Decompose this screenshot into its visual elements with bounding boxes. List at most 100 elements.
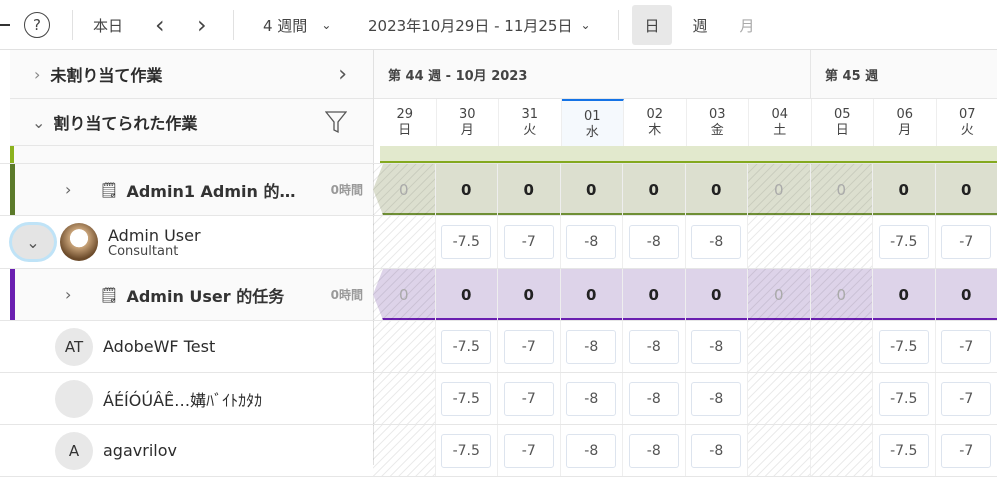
hours-input[interactable]: -7.5 (441, 330, 491, 364)
day-cell: -8 (686, 216, 749, 268)
chevron-right-icon[interactable]: › (65, 285, 71, 304)
day-cell: -8 (686, 373, 749, 424)
task-name[interactable]: Admin1 Admin 的… (126, 178, 295, 202)
hours-input[interactable]: -8 (691, 434, 741, 468)
task-name[interactable]: Admin User 的任务 (126, 283, 284, 307)
hours-input[interactable]: -8 (566, 225, 616, 259)
day-cell (811, 425, 874, 476)
range-dropdown[interactable]: 4 週間⌄ (263, 0, 331, 50)
day-cell: -7.5 (436, 216, 499, 268)
unassigned-work-header[interactable]: › 未割り当て作業 › (10, 50, 373, 99)
hours-input[interactable]: -7 (504, 382, 554, 416)
divider (233, 10, 234, 40)
hours-input[interactable]: -7 (504, 434, 554, 468)
day-cell: -7.5 (873, 425, 936, 476)
day-cell (811, 321, 874, 372)
day-header: 06月 (874, 99, 937, 146)
chevron-down-icon: ⌄ (580, 18, 590, 32)
hours-input[interactable]: -7.5 (441, 382, 491, 416)
hours-input[interactable]: -7 (504, 225, 554, 259)
day-number: 02 (624, 107, 686, 123)
day-number: 07 (937, 107, 997, 123)
day-cell: -7 (936, 321, 997, 372)
day-number: 06 (874, 107, 936, 123)
hours-input[interactable]: -7.5 (441, 434, 491, 468)
hours-input[interactable]: -8 (629, 382, 679, 416)
day-cell: -7.5 (436, 425, 499, 476)
unassigned-work-label: 未割り当て作業 (50, 62, 162, 86)
hours-input[interactable]: -7.5 (879, 225, 929, 259)
next-button[interactable]: › (197, 0, 207, 50)
hours-input[interactable]: -8 (629, 434, 679, 468)
hours-input[interactable]: -8 (566, 434, 616, 468)
day-cell: 0 (561, 164, 624, 215)
day-cell: 0 (498, 164, 561, 215)
collapse-button[interactable]: ⌄ (12, 225, 54, 259)
hours-input[interactable]: -7 (504, 330, 554, 364)
help-icon: ? (24, 12, 50, 38)
hours-input[interactable]: -8 (691, 225, 741, 259)
chevron-down-icon: ⌄ (26, 233, 39, 252)
person-name[interactable]: Admin User (108, 226, 201, 245)
task-hours: 0時間 (331, 286, 363, 303)
day-of-week: 月 (874, 123, 936, 139)
chevron-right-icon[interactable]: › (65, 180, 71, 199)
day-cell (748, 373, 811, 424)
day-header: 02木 (624, 99, 687, 146)
day-cell: -7.5 (436, 373, 499, 424)
hours-input[interactable]: -7.5 (441, 225, 491, 259)
day-cell: -8 (561, 425, 624, 476)
view-month-button[interactable]: 月 (727, 5, 767, 45)
view-week-button[interactable]: 週 (680, 5, 720, 45)
partial-task-row (0, 146, 997, 164)
person-row: Aagavrilov -7.5 -7 -8 -8 -8 -7.5 -7 (0, 425, 997, 477)
today-button[interactable]: 本日 (93, 0, 123, 50)
hours-input[interactable]: -8 (566, 330, 616, 364)
day-cell: 0 (686, 164, 749, 215)
hours-input[interactable]: -8 (629, 330, 679, 364)
expand-panel-icon[interactable]: › (338, 62, 347, 87)
hours-input[interactable]: -7 (941, 382, 991, 416)
person-name[interactable]: AdobeWF Test (103, 337, 215, 356)
person-name[interactable]: ÁÉÍÓÚÂÊ…媾ﾊﾞｲﾄｶﾀｶ (103, 387, 262, 411)
day-of-week: 火 (499, 123, 561, 139)
day-cell (748, 216, 811, 268)
hours-input[interactable]: -7.5 (879, 382, 929, 416)
day-cell: -7.5 (873, 373, 936, 424)
hours-input[interactable]: -7 (941, 330, 991, 364)
task-label-cell: › 🗒 Admin User 的任务 0時間 (10, 269, 373, 320)
day-cell: -7.5 (436, 321, 499, 372)
filter-icon[interactable] (325, 110, 347, 134)
assigned-work-header[interactable]: ⌄ 割り当てられた作業 (10, 99, 373, 146)
day-number: 03 (687, 107, 749, 123)
day-number: 30 (437, 107, 499, 123)
avatar: A (55, 432, 93, 470)
person-row: ÁÉÍÓÚÂÊ…媾ﾊﾞｲﾄｶﾀｶ -7.5 -7 -8 -8 -8 -7.5 -7 (0, 373, 997, 425)
hours-input[interactable]: -7 (941, 225, 991, 259)
day-cell: 0 (936, 164, 997, 215)
range-label: 4 週間 (263, 15, 307, 36)
hours-input[interactable]: -8 (566, 382, 616, 416)
hours-input[interactable]: -8 (691, 382, 741, 416)
person-row: AT AdobeWF Test -7.5 -7 -8 -8 -8 -7.5 -7 (0, 321, 997, 373)
person-name[interactable]: agavrilov (103, 441, 177, 460)
day-cell: -7 (498, 373, 561, 424)
day-cell (373, 216, 436, 268)
hours-input[interactable]: -8 (629, 225, 679, 259)
avatar: AT (55, 328, 93, 366)
help-button[interactable]: ? (24, 0, 50, 50)
date-range-label: 2023年10月29日 - 11月25日 (368, 15, 572, 36)
day-of-week: 月 (437, 123, 499, 139)
hours-input[interactable]: -7.5 (879, 434, 929, 468)
menu-icon[interactable] (0, 24, 10, 26)
prev-button[interactable]: ‹ (155, 0, 165, 50)
day-cell: 0 (373, 164, 436, 215)
hours-input[interactable]: -8 (691, 330, 741, 364)
hours-input[interactable]: -7.5 (879, 330, 929, 364)
day-of-week: 日 (374, 123, 436, 139)
view-day-button[interactable]: 日 (632, 5, 672, 45)
date-range-dropdown[interactable]: 2023年10月29日 - 11月25日 ⌄ (368, 0, 591, 50)
day-header: 05日 (812, 99, 875, 146)
avatar (60, 223, 98, 261)
hours-input[interactable]: -7 (941, 434, 991, 468)
